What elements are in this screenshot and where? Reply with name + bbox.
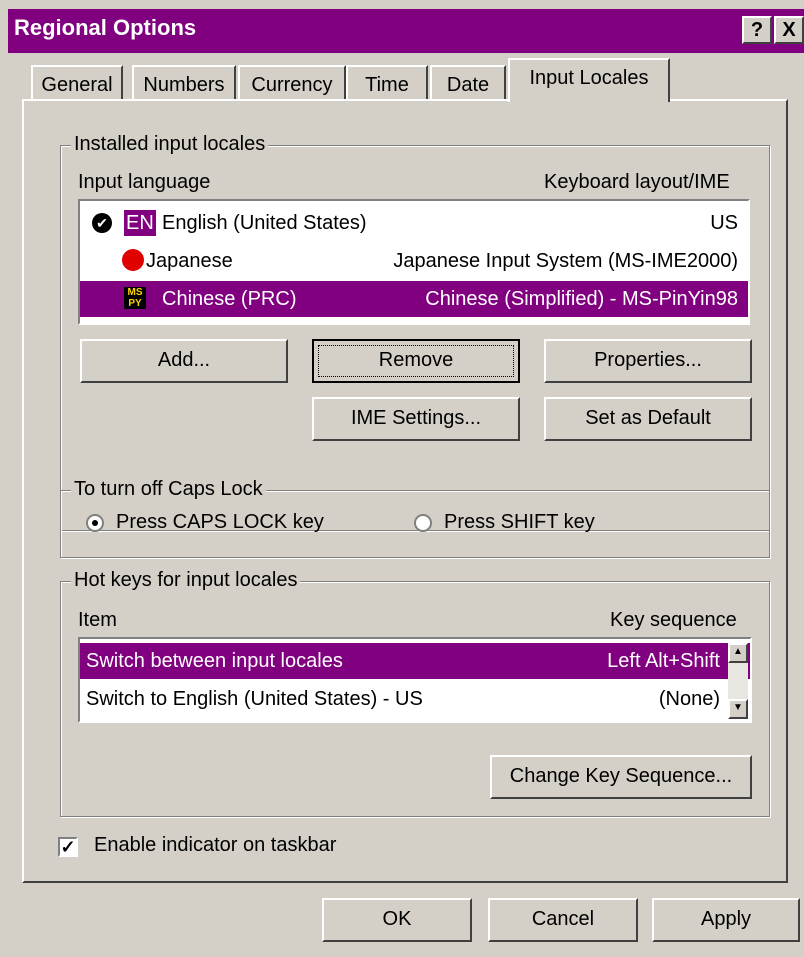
locale-layout: Japanese Input System (MS-IME2000) bbox=[393, 250, 738, 272]
hotkey-item: Switch to English (United States) - US bbox=[86, 688, 423, 710]
shift-radio[interactable] bbox=[414, 514, 432, 532]
japanese-ime-icon bbox=[122, 249, 144, 271]
cancel-button[interactable]: Cancel bbox=[488, 898, 638, 942]
title-bar[interactable]: Regional Options ? X bbox=[8, 9, 804, 53]
ms-pinyin-icon: MS PY bbox=[124, 287, 146, 309]
tab-currency[interactable]: Currency bbox=[238, 65, 346, 101]
set-as-default-button[interactable]: Set as Default bbox=[544, 397, 752, 441]
keyboard-layout-header: Keyboard layout/IME bbox=[544, 171, 730, 193]
window-title: Regional Options bbox=[14, 15, 197, 40]
key-sequence-header: Key sequence bbox=[610, 609, 737, 631]
add-button[interactable]: Add... bbox=[80, 339, 288, 383]
hot-keys-list[interactable]: Switch between input locales Left Alt+Sh… bbox=[78, 637, 752, 723]
scroll-up-icon[interactable]: ▲ bbox=[728, 643, 748, 663]
locale-layout: Chinese (Simplified) - MS-PinYin98 bbox=[425, 288, 738, 310]
tab-general[interactable]: General bbox=[31, 65, 123, 101]
en-badge-icon: EN bbox=[124, 210, 156, 236]
tab-numbers[interactable]: Numbers bbox=[132, 65, 236, 101]
caps-lock-radio[interactable] bbox=[86, 514, 104, 532]
ime-settings-button[interactable]: IME Settings... bbox=[312, 397, 520, 441]
input-language-header: Input language bbox=[78, 171, 211, 193]
installed-locales-list[interactable]: ✔ EN English (United States) US Japanese… bbox=[78, 199, 750, 325]
focus-rect bbox=[318, 345, 514, 377]
close-button[interactable]: X bbox=[774, 16, 804, 44]
default-check-icon: ✔ bbox=[92, 213, 112, 233]
radio-dot bbox=[92, 520, 98, 526]
scroll-down-icon[interactable]: ▼ bbox=[728, 699, 748, 719]
tab-time[interactable]: Time bbox=[346, 65, 428, 101]
hotkey-item: Switch between input locales bbox=[86, 650, 343, 672]
tab-panel: Installed input locales Input language K… bbox=[22, 99, 788, 883]
locale-language: Japanese bbox=[146, 250, 233, 272]
regional-options-dialog: Regional Options ? X General Numbers Cur… bbox=[0, 0, 804, 957]
list-item[interactable]: MS PY Chinese (PRC) Chinese (Simplified) … bbox=[80, 281, 748, 317]
apply-button[interactable]: Apply bbox=[652, 898, 800, 942]
tab-date[interactable]: Date bbox=[430, 65, 506, 101]
hotkeys-group-label: Hot keys for input locales bbox=[71, 569, 301, 592]
properties-button[interactable]: Properties... bbox=[544, 339, 752, 383]
scrollbar[interactable]: ▲ ▼ bbox=[728, 643, 748, 719]
shift-label[interactable]: Press SHIFT key bbox=[444, 511, 595, 534]
item-header: Item bbox=[78, 609, 117, 631]
tab-input-locales[interactable]: Input Locales bbox=[508, 58, 670, 102]
locale-layout: US bbox=[710, 212, 738, 234]
ok-button[interactable]: OK bbox=[322, 898, 472, 942]
change-key-sequence-button[interactable]: Change Key Sequence... bbox=[490, 755, 752, 799]
help-button[interactable]: ? bbox=[742, 16, 772, 44]
table-row[interactable]: Switch to English (United States) - US (… bbox=[80, 681, 750, 717]
locale-language: English (United States) bbox=[162, 212, 367, 234]
table-row[interactable]: Switch between input locales Left Alt+Sh… bbox=[80, 643, 750, 679]
caps-group-label: To turn off Caps Lock bbox=[71, 478, 266, 501]
remove-button[interactable]: Remove bbox=[312, 339, 520, 383]
list-item[interactable]: Japanese Japanese Input System (MS-IME20… bbox=[80, 243, 748, 279]
locale-language: Chinese (PRC) bbox=[162, 288, 297, 310]
enable-indicator-checkbox[interactable]: ✓ bbox=[58, 837, 78, 857]
hotkey-seq: (None) bbox=[658, 688, 720, 710]
installed-group-label: Installed input locales bbox=[71, 133, 269, 156]
enable-indicator-label[interactable]: Enable indicator on taskbar bbox=[94, 834, 336, 857]
list-item[interactable]: ✔ EN English (United States) US bbox=[80, 205, 748, 241]
hotkey-seq: Left Alt+Shift bbox=[607, 650, 720, 672]
caps-lock-label[interactable]: Press CAPS LOCK key bbox=[116, 511, 324, 534]
